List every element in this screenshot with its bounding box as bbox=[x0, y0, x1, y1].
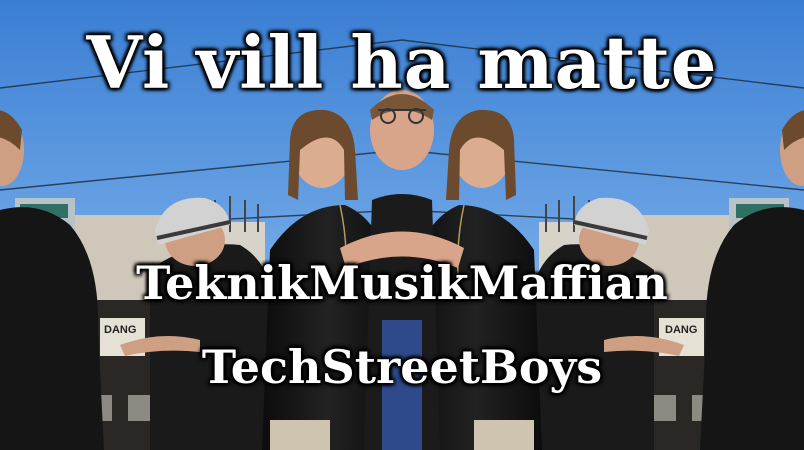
subtitle-caption-2: TechStreetBoys bbox=[201, 340, 603, 394]
sign-right: DANG bbox=[665, 324, 697, 336]
sign-left: DANG bbox=[104, 324, 136, 336]
subtitle-caption-1: TeknikMusikMaffian bbox=[136, 256, 668, 310]
title-caption: Vi vill ha matte bbox=[86, 20, 718, 105]
video-frame: DANG DANG Vi vill ha matte TeknikMusikMa… bbox=[0, 0, 804, 450]
